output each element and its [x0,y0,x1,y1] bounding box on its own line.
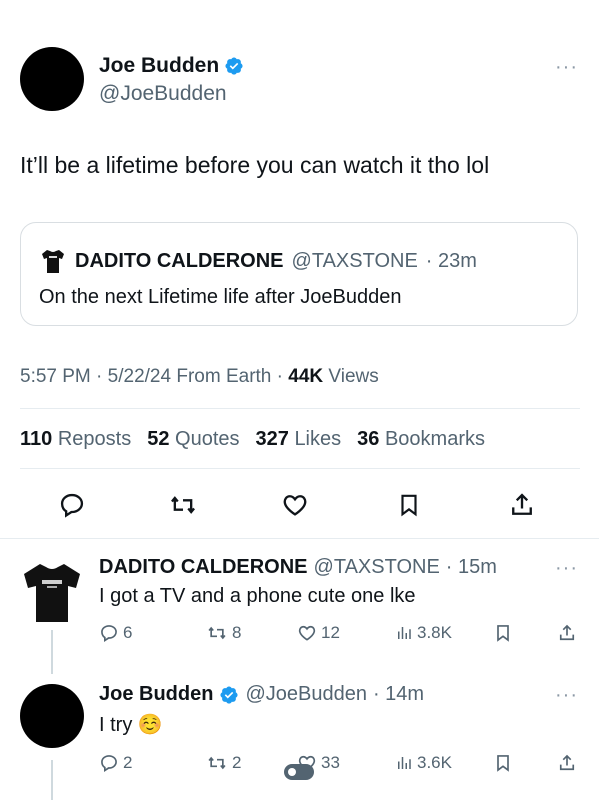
reply-header: DADITO CALDERONE @TAXSTONE · 15m [99,556,497,579]
reply-count: 6 [123,623,133,642]
more-icon[interactable]: ··· [555,56,578,79]
stat-bookmarks[interactable]: 36 Bookmarks [357,428,485,451]
toggle-knob [288,768,296,776]
meta-separator: · [96,366,103,387]
bookmark-button[interactable] [493,623,513,643]
views-count: 3.8K [417,623,452,642]
views-count: 3.6K [417,753,452,772]
bookmark-icon [497,625,509,642]
repost-icon [208,626,226,640]
share-icon [512,493,532,515]
thread-line [51,630,53,674]
quoted-tweet-time: · 23m [425,249,477,272]
quoted-author-name[interactable]: DADITO CALDERONE [75,250,284,273]
reply-actions: 2 2 33 3.6K [99,753,579,779]
reply-author-avatar[interactable] [20,684,84,748]
author-handle[interactable]: @JoeBudden [99,82,244,106]
views-icon [398,627,411,639]
share-button[interactable] [502,487,542,523]
views-button[interactable]: 3.8K [395,623,452,643]
tshirt-avatar-icon[interactable] [18,560,86,624]
repost-count: 8 [232,623,242,642]
tweet-date[interactable]: 5/22/24 [108,366,171,387]
author-name-row[interactable]: Joe Budden [99,54,244,78]
author-name[interactable]: Joe Budden [99,54,219,78]
views-label: Views [328,366,379,387]
reply-text: I try [99,714,133,736]
smiling-emoji: ☺️ [137,714,163,736]
meta-separator: · [276,366,283,387]
tweet-header: Joe Budden @JoeBudden [99,54,244,106]
repost-button[interactable]: 2 [206,753,241,773]
reply-time: · 15m [445,556,497,578]
like-button[interactable] [275,487,315,523]
views-button[interactable]: 3.6K [395,753,452,773]
repost-button[interactable]: 8 [206,623,241,643]
divider [20,408,580,409]
reply-author-handle[interactable]: @JoeBudden [245,683,367,706]
tweet-source: From Earth [176,366,272,387]
reply-button[interactable]: 6 [99,623,132,643]
repost-button[interactable] [163,487,203,523]
tshirt-avatar-icon [42,250,64,273]
reply-header: Joe Budden @JoeBudden · 14m [99,683,424,706]
quoted-tweet-header: DADITO CALDERONE @TAXSTONE · 23m [39,247,477,275]
reply-icon [60,493,84,518]
bookmark-icon [497,755,509,772]
more-icon[interactable]: ··· [555,684,578,707]
reply-button[interactable] [52,487,92,523]
tweet-text: It’ll be a lifetime before you can watch… [20,152,490,178]
bookmark-icon [401,494,417,517]
reply-button[interactable]: 2 [99,753,132,773]
stat-quotes[interactable]: 52 Quotes [147,428,239,451]
like-icon [283,495,307,516]
reply-author-name[interactable]: DADITO CALDERONE [99,556,308,579]
stat-reposts[interactable]: 110 Reposts [20,428,131,451]
reply-time: · 14m [372,683,425,705]
repost-count: 2 [232,753,242,772]
divider [20,468,580,469]
reply-count: 2 [123,753,133,772]
like-count: 33 [321,753,340,772]
repost-icon [208,756,226,770]
verified-badge-icon [225,57,243,75]
like-button[interactable]: 12 [297,623,340,643]
share-icon [559,754,575,771]
overlay-toggle[interactable] [284,764,314,780]
engagement-stats: 110 Reposts 52 Quotes 327 Likes 36 Bookm… [20,428,485,451]
reply-actions: 6 8 12 3.8K [99,623,579,649]
reply-tweet[interactable]: Joe Budden @JoeBudden · 14m I try ☺️ [99,683,424,737]
reply-text-row: I try ☺️ [99,712,424,737]
bookmark-button[interactable] [493,753,513,773]
more-icon[interactable]: ··· [555,557,578,580]
reply-author-handle[interactable]: @TAXSTONE [314,556,440,579]
thread-line [51,760,53,800]
bookmark-button[interactable] [389,487,429,523]
views-count: 44K [288,366,324,387]
share-button[interactable] [557,753,577,773]
reply-icon [101,625,117,643]
quoted-tweet-card[interactable]: DADITO CALDERONE @TAXSTONE · 23m On the … [20,222,578,326]
stat-likes[interactable]: 327 Likes [256,428,342,451]
divider [0,538,599,539]
views-icon [398,757,411,769]
quoted-author-handle[interactable]: @TAXSTONE [292,250,418,273]
share-icon [559,624,575,641]
tweet-meta: 5:57 PM · 5/22/24 From Earth · 44K Views [20,366,379,388]
tweet-time[interactable]: 5:57 PM [20,366,91,387]
reply-tweet[interactable]: DADITO CALDERONE @TAXSTONE · 15m I got a… [99,556,497,608]
author-avatar[interactable] [20,47,84,111]
share-button[interactable] [557,623,577,643]
verified-badge-icon [220,685,238,704]
repost-icon [171,496,195,514]
like-icon [298,625,316,641]
quoted-tweet-text: On the next Lifetime life after JoeBudde… [39,286,402,308]
reply-icon [101,755,117,773]
reply-text: I got a TV and a phone cute one lke [99,585,416,607]
like-count: 12 [321,623,340,642]
reply-author-name[interactable]: Joe Budden [99,683,213,706]
